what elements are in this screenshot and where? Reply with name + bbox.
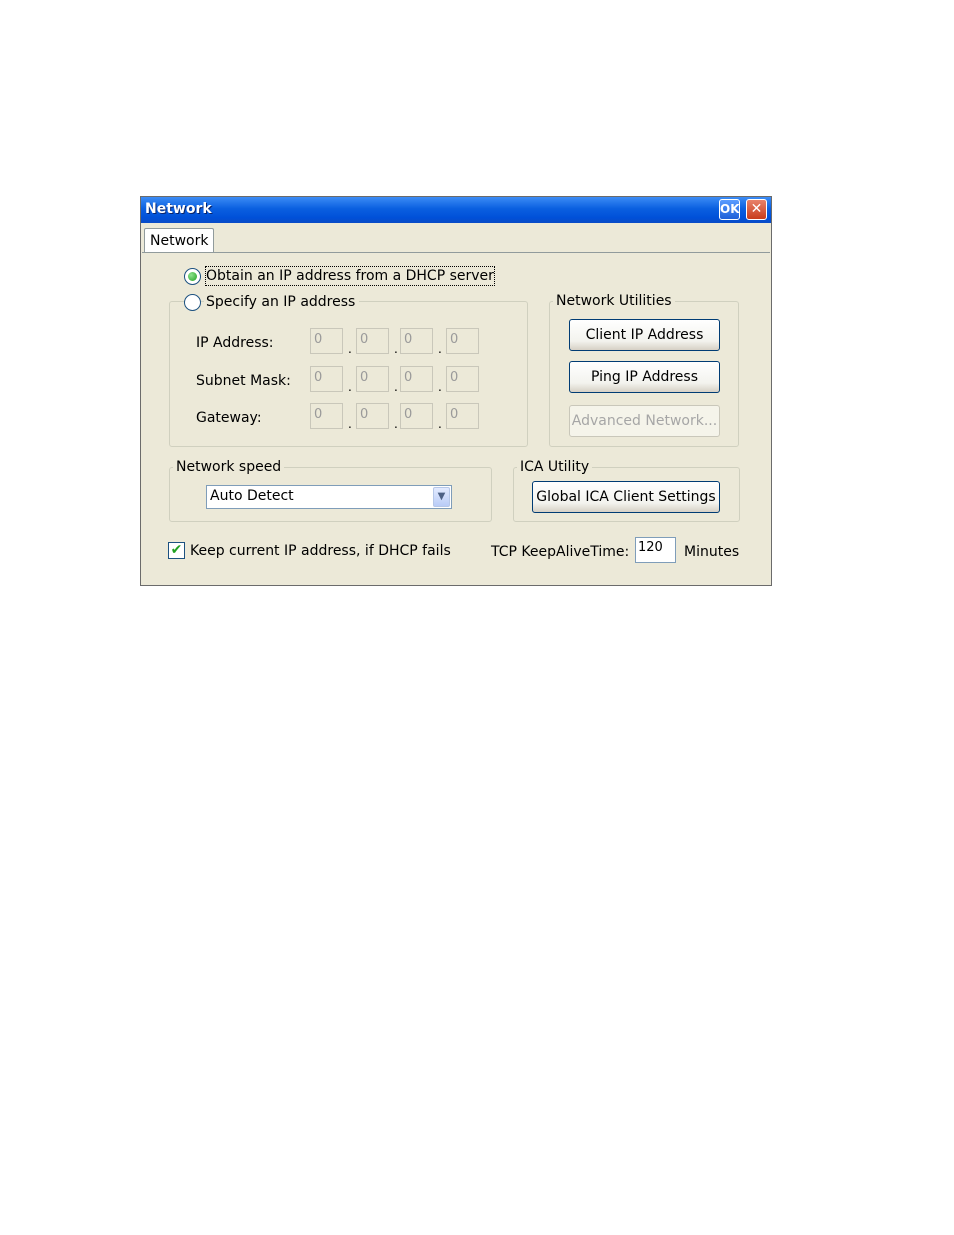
ip-dot-1: . xyxy=(348,342,352,356)
keepalive-label: TCP KeepAliveTime: xyxy=(491,544,630,560)
ping-ip-address-button[interactable]: Ping IP Address xyxy=(569,361,720,393)
subnet-octet-4[interactable]: 0 xyxy=(446,366,479,392)
close-icon: ✕ xyxy=(750,201,763,217)
gateway-octet-2[interactable]: 0 xyxy=(356,403,389,429)
keepalive-input[interactable]: 120 xyxy=(635,537,676,563)
tab-network[interactable]: Network xyxy=(144,228,215,253)
ip-address-label: IP Address: xyxy=(196,335,274,351)
ip-octet-3[interactable]: 0 xyxy=(400,328,433,354)
gateway-octet-4[interactable]: 0 xyxy=(446,403,479,429)
advanced-network-button[interactable]: Advanced Network... xyxy=(569,405,720,437)
subnet-dot-1: . xyxy=(348,380,352,394)
network-dialog: Network OK ✕ Network Obtain an IP addres… xyxy=(140,196,772,586)
dhcp-radio[interactable] xyxy=(184,268,201,285)
close-button[interactable]: ✕ xyxy=(746,199,767,220)
keepalive-unit: Minutes xyxy=(684,544,740,560)
ica-utility-label: ICA Utility xyxy=(517,457,593,477)
title-bar[interactable]: Network OK ✕ xyxy=(141,197,771,223)
checkmark-icon: ✔ xyxy=(170,542,183,558)
gateway-label: Gateway: xyxy=(196,410,262,426)
subnet-octet-2[interactable]: 0 xyxy=(356,366,389,392)
ip-octet-4[interactable]: 0 xyxy=(446,328,479,354)
ip-dot-3: . xyxy=(438,342,442,356)
keep-ip-checkbox[interactable]: ✔ xyxy=(168,542,185,559)
ok-button[interactable]: OK xyxy=(719,199,740,220)
dhcp-radio-label[interactable]: Obtain an IP address from a DHCP server xyxy=(205,266,495,286)
chevron-down-icon[interactable]: ▼ xyxy=(433,487,450,507)
gateway-octet-1[interactable]: 0 xyxy=(310,403,343,429)
network-speed-select[interactable]: Auto Detect ▼ xyxy=(206,485,452,509)
gateway-dot-3: . xyxy=(438,417,442,431)
subnet-octet-3[interactable]: 0 xyxy=(400,366,433,392)
subnet-dot-3: . xyxy=(438,380,442,394)
gateway-dot-1: . xyxy=(348,417,352,431)
ip-dot-2: . xyxy=(394,342,398,356)
subnet-dot-2: . xyxy=(394,380,398,394)
window-title: Network xyxy=(145,201,212,217)
static-ip-radio-label[interactable]: Specify an IP address xyxy=(204,293,360,311)
network-speed-value: Auto Detect xyxy=(210,488,294,504)
keep-ip-label[interactable]: Keep current IP address, if DHCP fails xyxy=(190,542,451,560)
subnet-mask-label: Subnet Mask: xyxy=(196,373,291,389)
global-ica-settings-button[interactable]: Global ICA Client Settings xyxy=(532,481,720,513)
subnet-octet-1[interactable]: 0 xyxy=(310,366,343,392)
ip-octet-1[interactable]: 0 xyxy=(310,328,343,354)
gateway-octet-3[interactable]: 0 xyxy=(400,403,433,429)
network-speed-label: Network speed xyxy=(173,457,285,477)
ip-octet-2[interactable]: 0 xyxy=(356,328,389,354)
client-ip-address-button[interactable]: Client IP Address xyxy=(569,319,720,351)
gateway-dot-2: . xyxy=(394,417,398,431)
static-ip-radio[interactable] xyxy=(184,294,201,311)
network-utilities-label: Network Utilities xyxy=(553,291,675,311)
network-tab-panel: Obtain an IP address from a DHCP server … xyxy=(142,252,770,584)
